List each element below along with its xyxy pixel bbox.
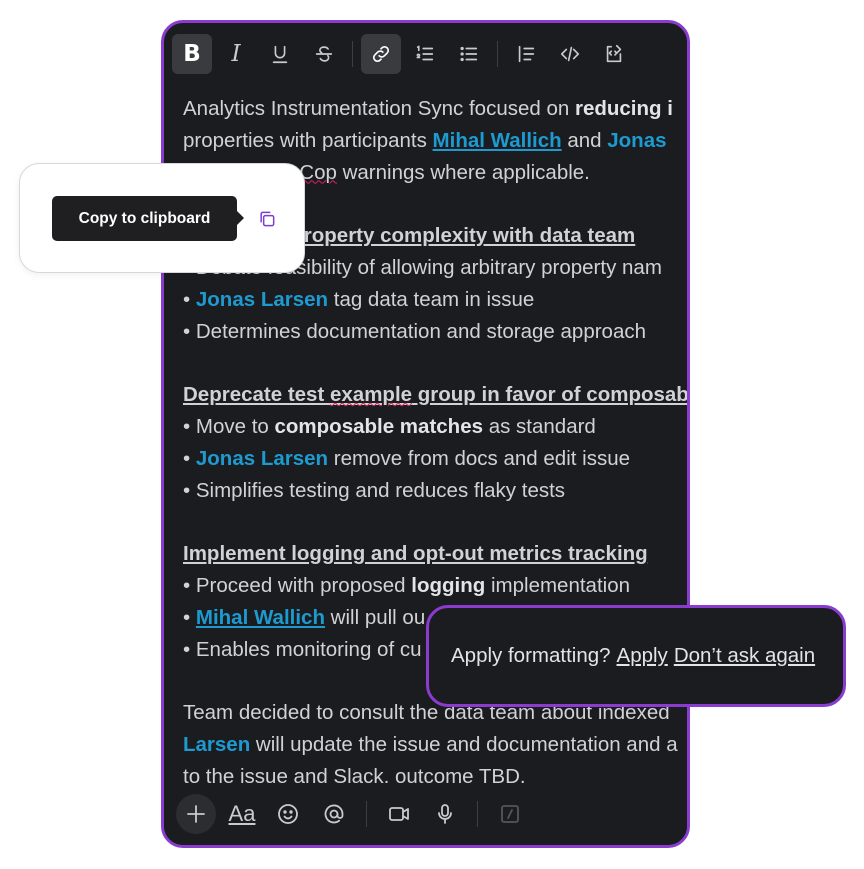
strikethrough-button[interactable] (304, 34, 344, 74)
mention[interactable]: Mihal Wallich (433, 129, 562, 152)
intro-line-2: properties with participants Mihal Walli… (183, 128, 667, 152)
list-item: • Simplifies testing and reduces flaky t… (183, 478, 566, 502)
list-item: • Proceed with proposed logging implemen… (183, 573, 630, 597)
link-button[interactable] (361, 34, 401, 74)
microphone-icon (438, 804, 452, 824)
copy-button[interactable] (252, 204, 282, 234)
blockquote-button[interactable] (506, 34, 546, 74)
video-button[interactable] (379, 794, 419, 834)
italic-button[interactable]: I (216, 34, 256, 74)
underline-button[interactable] (260, 34, 300, 74)
link-icon (372, 45, 390, 63)
slash-command-button[interactable] (490, 794, 530, 834)
apply-link[interactable]: Apply (617, 644, 668, 668)
code-icon (560, 46, 580, 62)
toolbar-divider (352, 41, 353, 67)
mention[interactable]: Mihal Wallich (196, 606, 325, 629)
attach-button[interactable] (176, 794, 216, 834)
copy-icon (260, 211, 275, 227)
strikethrough-icon (315, 46, 333, 62)
mention-icon (324, 804, 344, 824)
dont-ask-again-link[interactable]: Don’t ask again (674, 644, 815, 668)
plus-icon (187, 805, 205, 823)
message-editor[interactable]: B I Analytics Instrumentation Sync focus… (161, 20, 690, 848)
section-heading: Deprecate test example group in favor of… (183, 383, 690, 407)
mention[interactable]: Jonas (607, 129, 666, 152)
copy-tooltip: Copy to clipboard (52, 196, 244, 241)
list-item: • Move to composable matches as standard (183, 414, 596, 438)
section-heading: Implement logging and opt-out metrics tr… (183, 542, 648, 566)
underline-icon (272, 45, 288, 64)
list-item: • Determines documentation and storage a… (183, 319, 647, 343)
emoji-button[interactable] (268, 794, 308, 834)
mention-button[interactable] (314, 794, 354, 834)
toolbar-divider (477, 801, 478, 827)
code-button[interactable] (550, 34, 590, 74)
bold-button[interactable]: B (172, 34, 212, 74)
toolbar-divider (497, 41, 498, 67)
ordered-list-icon (416, 45, 434, 61)
italic-icon: I (231, 41, 241, 67)
mention[interactable]: Larsen (183, 733, 250, 756)
video-icon (389, 807, 409, 821)
composer-actions: Aa (164, 783, 687, 845)
apply-formatting-question: Apply formatting? (451, 644, 611, 667)
format-text-icon: Aa (228, 801, 256, 826)
bulleted-list-button[interactable] (449, 34, 489, 74)
ordered-list-button[interactable] (405, 34, 445, 74)
intro-line-1: Analytics Instrumentation Sync focused o… (183, 97, 673, 120)
mention[interactable]: Jonas Larsen (196, 288, 328, 311)
emoji-icon (278, 804, 298, 824)
apply-formatting-prompt: Apply formatting? Apply Don’t ask again (426, 605, 846, 707)
copy-to-clipboard-card: Copy to clipboard (19, 163, 305, 273)
toolbar-divider (366, 801, 367, 827)
formatting-toolbar: B I (164, 23, 687, 85)
list-item: • Jonas Larsen remove from docs and edit… (183, 446, 630, 470)
code-block-icon (606, 44, 622, 63)
list-item: • Jonas Larsen tag data team in issue (183, 287, 535, 311)
misspelled-word: example (329, 383, 413, 407)
slash-command-icon (501, 805, 519, 823)
format-text-button[interactable]: Aa (222, 794, 262, 834)
bold-icon: B (183, 41, 201, 67)
microphone-button[interactable] (425, 794, 465, 834)
blockquote-icon (518, 45, 535, 63)
code-block-button[interactable] (594, 34, 634, 74)
bulleted-list-icon (460, 46, 478, 62)
outro-line-2: Larsen will update the issue and documen… (183, 732, 678, 756)
mention[interactable]: Jonas Larsen (196, 447, 328, 470)
